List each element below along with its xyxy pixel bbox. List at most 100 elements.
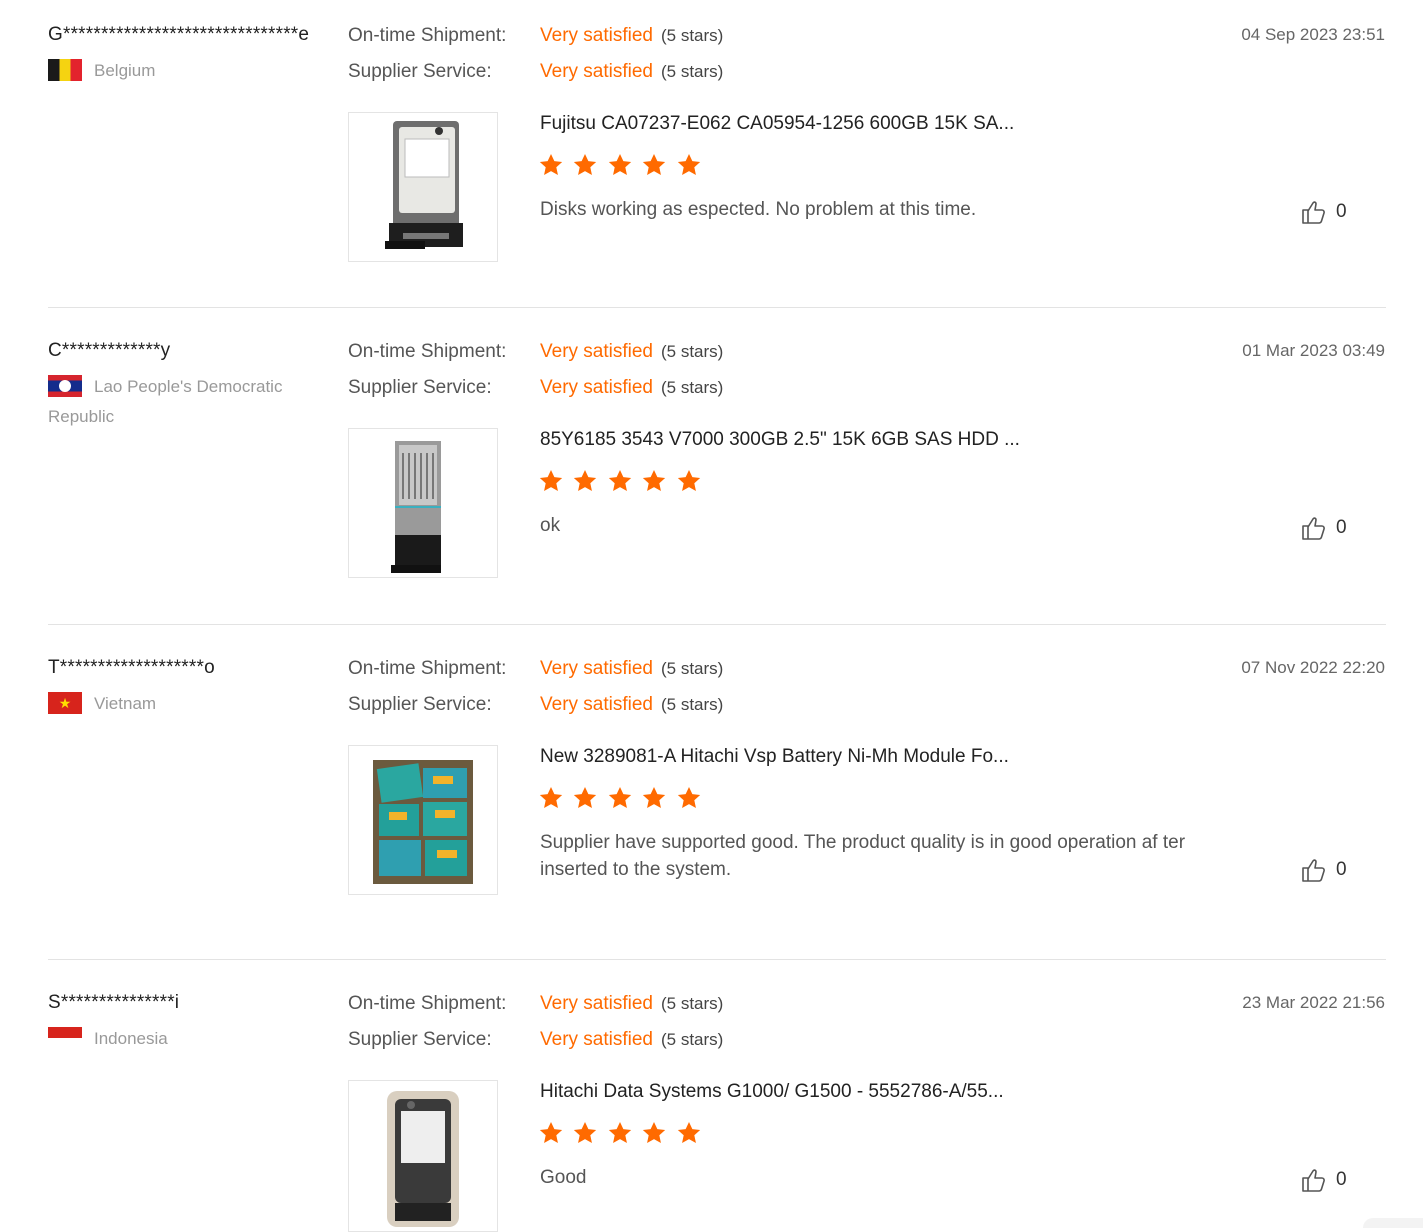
star-icon — [572, 785, 602, 815]
review-divider — [48, 959, 1386, 960]
star-icon — [676, 152, 706, 182]
supplier-service-rating: Supplier Service: Very satisfied (5 stars) — [348, 54, 723, 90]
thumbs-up-icon — [1300, 856, 1328, 884]
rating-label: Supplier Service: — [348, 694, 492, 715]
star-icon — [641, 468, 671, 498]
rating-stars-text: (5 stars) — [661, 659, 724, 678]
supplier-ratings: On-time Shipment: Very satisfied (5 stars)… — [348, 334, 723, 406]
rating-stars-text: (5 stars) — [661, 26, 724, 45]
buyer-country: Lao People's Democratic Republic — [48, 372, 333, 432]
ontime-shipment-rating: On-time Shipment: Very satisfied (5 stars) — [348, 986, 723, 1022]
rating-stars-text: (5 stars) — [661, 62, 724, 81]
product-title-link[interactable]: Hitachi Data Systems G1000/ G1500 - 5552… — [540, 1078, 1004, 1106]
supplier-ratings: On-time Shipment: Very satisfied (5 stars)… — [348, 18, 723, 90]
star-icon — [607, 152, 637, 182]
product-thumbnail[interactable] — [348, 1080, 498, 1232]
review-text: Good — [540, 1167, 587, 1188]
buyer-info: G*******************************e Belgiu… — [48, 18, 333, 86]
ontime-shipment-rating: On-time Shipment: Very satisfied (5 stars) — [348, 18, 723, 54]
country-name: Vietnam — [94, 694, 157, 713]
rating-label: On-time Shipment: — [348, 993, 507, 1014]
review-text: Supplier have supported good. The produc… — [540, 832, 1186, 880]
star-icon — [676, 468, 706, 498]
rating-label: On-time Shipment: — [348, 341, 507, 362]
buyer-country: ★ Vietnam — [48, 689, 333, 719]
review-date: 23 Mar 2022 21:56 — [1242, 993, 1385, 1012]
product-title-link[interactable]: New 3289081-A Hitachi Vsp Battery Ni-Mh … — [540, 743, 1009, 771]
rating-stars-text: (5 stars) — [661, 378, 724, 397]
review-stars — [538, 1120, 706, 1151]
rating-label: Supplier Service: — [348, 61, 492, 82]
product-thumbnail[interactable] — [348, 745, 498, 895]
star-icon — [641, 1120, 671, 1150]
rating-value: Very satisfied — [540, 377, 653, 398]
star-icon — [607, 468, 637, 498]
buyer-country: Belgium — [48, 56, 333, 86]
supplier-service-rating: Supplier Service: Very satisfied (5 stars) — [348, 687, 723, 723]
rating-value: Very satisfied — [540, 61, 653, 82]
rating-label: On-time Shipment: — [348, 25, 507, 46]
review-divider — [48, 307, 1386, 308]
battery-modules-image — [373, 760, 473, 884]
review-stars — [538, 785, 706, 816]
thumbs-up-icon — [1300, 198, 1328, 226]
star-icon — [538, 152, 568, 182]
buyer-info: S***************i Indonesia — [48, 986, 333, 1054]
hard-drive-image — [387, 1091, 459, 1227]
supplier-ratings: On-time Shipment: Very satisfied (5 stars)… — [348, 986, 723, 1058]
buyer-country: Indonesia — [48, 1024, 333, 1054]
like-button[interactable]: 0 — [1300, 856, 1347, 884]
vietnam-flag-icon: ★ — [48, 691, 82, 714]
star-icon — [607, 1120, 637, 1150]
rating-stars-text: (5 stars) — [661, 695, 724, 714]
supplier-ratings: On-time Shipment: Very satisfied (5 stars)… — [348, 651, 723, 723]
buyer-name: T*******************o — [48, 657, 215, 678]
buyer-name: G*******************************e — [48, 24, 310, 45]
star-icon — [572, 1120, 602, 1150]
review-divider — [48, 624, 1386, 625]
star-icon — [676, 1120, 706, 1150]
buyer-name: S***************i — [48, 992, 180, 1013]
buyer-name: C*************y — [48, 340, 171, 361]
reviews-list: G*******************************e Belgiu… — [0, 0, 1423, 1232]
rating-stars-text: (5 stars) — [661, 342, 724, 361]
rating-stars-text: (5 stars) — [661, 1030, 724, 1049]
star-icon — [538, 468, 568, 498]
rating-value: Very satisfied — [540, 993, 653, 1014]
like-count: 0 — [1336, 859, 1347, 880]
thumbs-up-icon — [1300, 1166, 1328, 1194]
hard-drive-image — [385, 121, 463, 249]
star-icon — [572, 468, 602, 498]
ontime-shipment-rating: On-time Shipment: Very satisfied (5 stars) — [348, 651, 723, 687]
buyer-info: C*************y Lao People's Democratic … — [48, 334, 333, 432]
rating-value: Very satisfied — [540, 658, 653, 679]
rating-value: Very satisfied — [540, 341, 653, 362]
star-icon — [641, 152, 671, 182]
star-icon — [538, 1120, 568, 1150]
hard-drive-image — [391, 441, 441, 573]
like-button[interactable]: 0 — [1300, 514, 1347, 542]
review-date: 04 Sep 2023 23:51 — [1241, 25, 1385, 44]
review-date: 01 Mar 2023 03:49 — [1242, 341, 1385, 360]
like-count: 0 — [1336, 1169, 1347, 1190]
star-icon — [607, 785, 637, 815]
review-stars — [538, 152, 706, 183]
supplier-service-rating: Supplier Service: Very satisfied (5 stars) — [348, 1022, 723, 1058]
review-text: ok — [540, 515, 561, 536]
review-date: 07 Nov 2022 22:20 — [1241, 658, 1385, 677]
like-button[interactable]: 0 — [1300, 198, 1347, 226]
product-thumbnail[interactable] — [348, 112, 498, 262]
rating-label: Supplier Service: — [348, 377, 492, 398]
rating-value: Very satisfied — [540, 25, 653, 46]
supplier-service-rating: Supplier Service: Very satisfied (5 stars) — [348, 370, 723, 406]
like-button[interactable]: 0 — [1300, 1166, 1347, 1194]
like-count: 0 — [1336, 201, 1347, 222]
rating-stars-text: (5 stars) — [661, 994, 724, 1013]
star-icon — [676, 785, 706, 815]
product-title-link[interactable]: Fujitsu CA07237-E062 CA05954-1256 600GB … — [540, 110, 1014, 138]
product-thumbnail[interactable] — [348, 428, 498, 578]
product-title-link[interactable]: 85Y6185 3543 V7000 300GB 2.5" 15K 6GB SA… — [540, 426, 1020, 454]
star-icon — [538, 785, 568, 815]
rating-value: Very satisfied — [540, 694, 653, 715]
star-icon — [572, 152, 602, 182]
